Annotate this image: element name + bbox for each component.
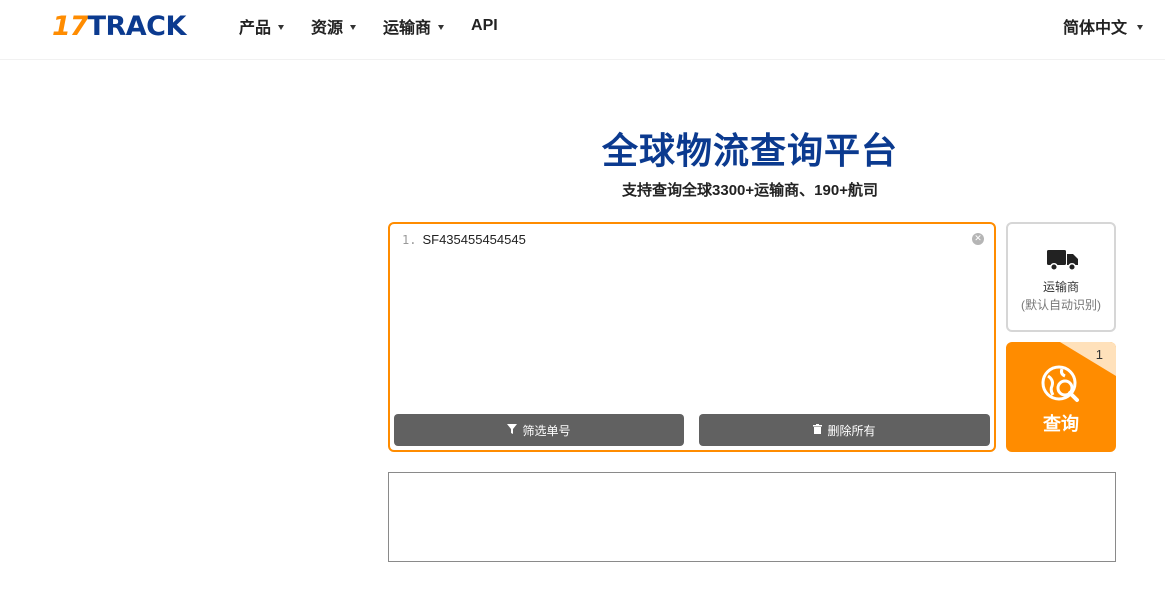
tracking-count-badge: 1: [1095, 347, 1103, 362]
nav-item-label: 运输商: [383, 20, 432, 37]
logo[interactable]: 17 TRACK: [52, 10, 187, 42]
delete-all-label: 删除所有: [827, 423, 876, 438]
caret-down-icon: [350, 24, 357, 30]
carrier-selector[interactable]: 运输商 (默认自动识别): [1006, 222, 1116, 332]
page-title: 全球物流查询平台: [601, 131, 898, 172]
nav-item-label: API: [471, 17, 498, 34]
search-button[interactable]: 1 查询: [1006, 342, 1116, 452]
line-number: 1.: [402, 232, 417, 247]
nav-item-label: 产品: [239, 20, 272, 37]
clear-icon[interactable]: ✕: [972, 233, 984, 245]
trash-icon: [813, 423, 823, 437]
logo-text: TRACK: [87, 10, 187, 42]
nav-item-products[interactable]: 产品: [239, 14, 285, 38]
nav-item-resources[interactable]: 资源: [311, 14, 357, 38]
truck-icon: [1047, 250, 1078, 272]
nav-item-label: 资源: [311, 20, 344, 37]
filter-icon: [507, 423, 518, 437]
page-subtitle: 支持查询全球3300+运输商、190+航司: [622, 182, 878, 199]
carrier-sublabel: (默认自动识别): [1021, 298, 1101, 312]
main-nav: 产品 资源 运输商 API: [239, 0, 525, 52]
result-panel: [388, 472, 1116, 562]
top-header: 17 TRACK 产品 资源 运输商 API 简体中文: [0, 0, 1165, 60]
caret-down-icon: [278, 24, 285, 30]
language-selector[interactable]: 简体中文: [1063, 0, 1143, 52]
globe-search-icon: [1041, 365, 1079, 402]
filter-numbers-label: 筛选单号: [522, 423, 571, 438]
language-label: 简体中文: [1062, 20, 1127, 37]
nav-item-api[interactable]: API: [471, 17, 498, 35]
search-button-label: 查询: [1043, 414, 1079, 434]
logo-number: 17: [52, 10, 89, 42]
caret-down-icon: [438, 24, 445, 30]
tracking-line: 1. SF435455454545: [402, 232, 526, 247]
filter-numbers-button[interactable]: 筛选单号: [394, 414, 684, 446]
nav-item-carriers[interactable]: 运输商: [383, 14, 445, 38]
carrier-label: 运输商: [1042, 280, 1079, 294]
tracking-number-input[interactable]: 1. SF435455454545 ✕ 筛选单号 删除所有: [388, 222, 996, 452]
caret-down-icon: [1137, 24, 1143, 30]
tracking-number-value[interactable]: SF435455454545: [422, 232, 525, 247]
delete-all-button[interactable]: 删除所有: [699, 414, 990, 446]
